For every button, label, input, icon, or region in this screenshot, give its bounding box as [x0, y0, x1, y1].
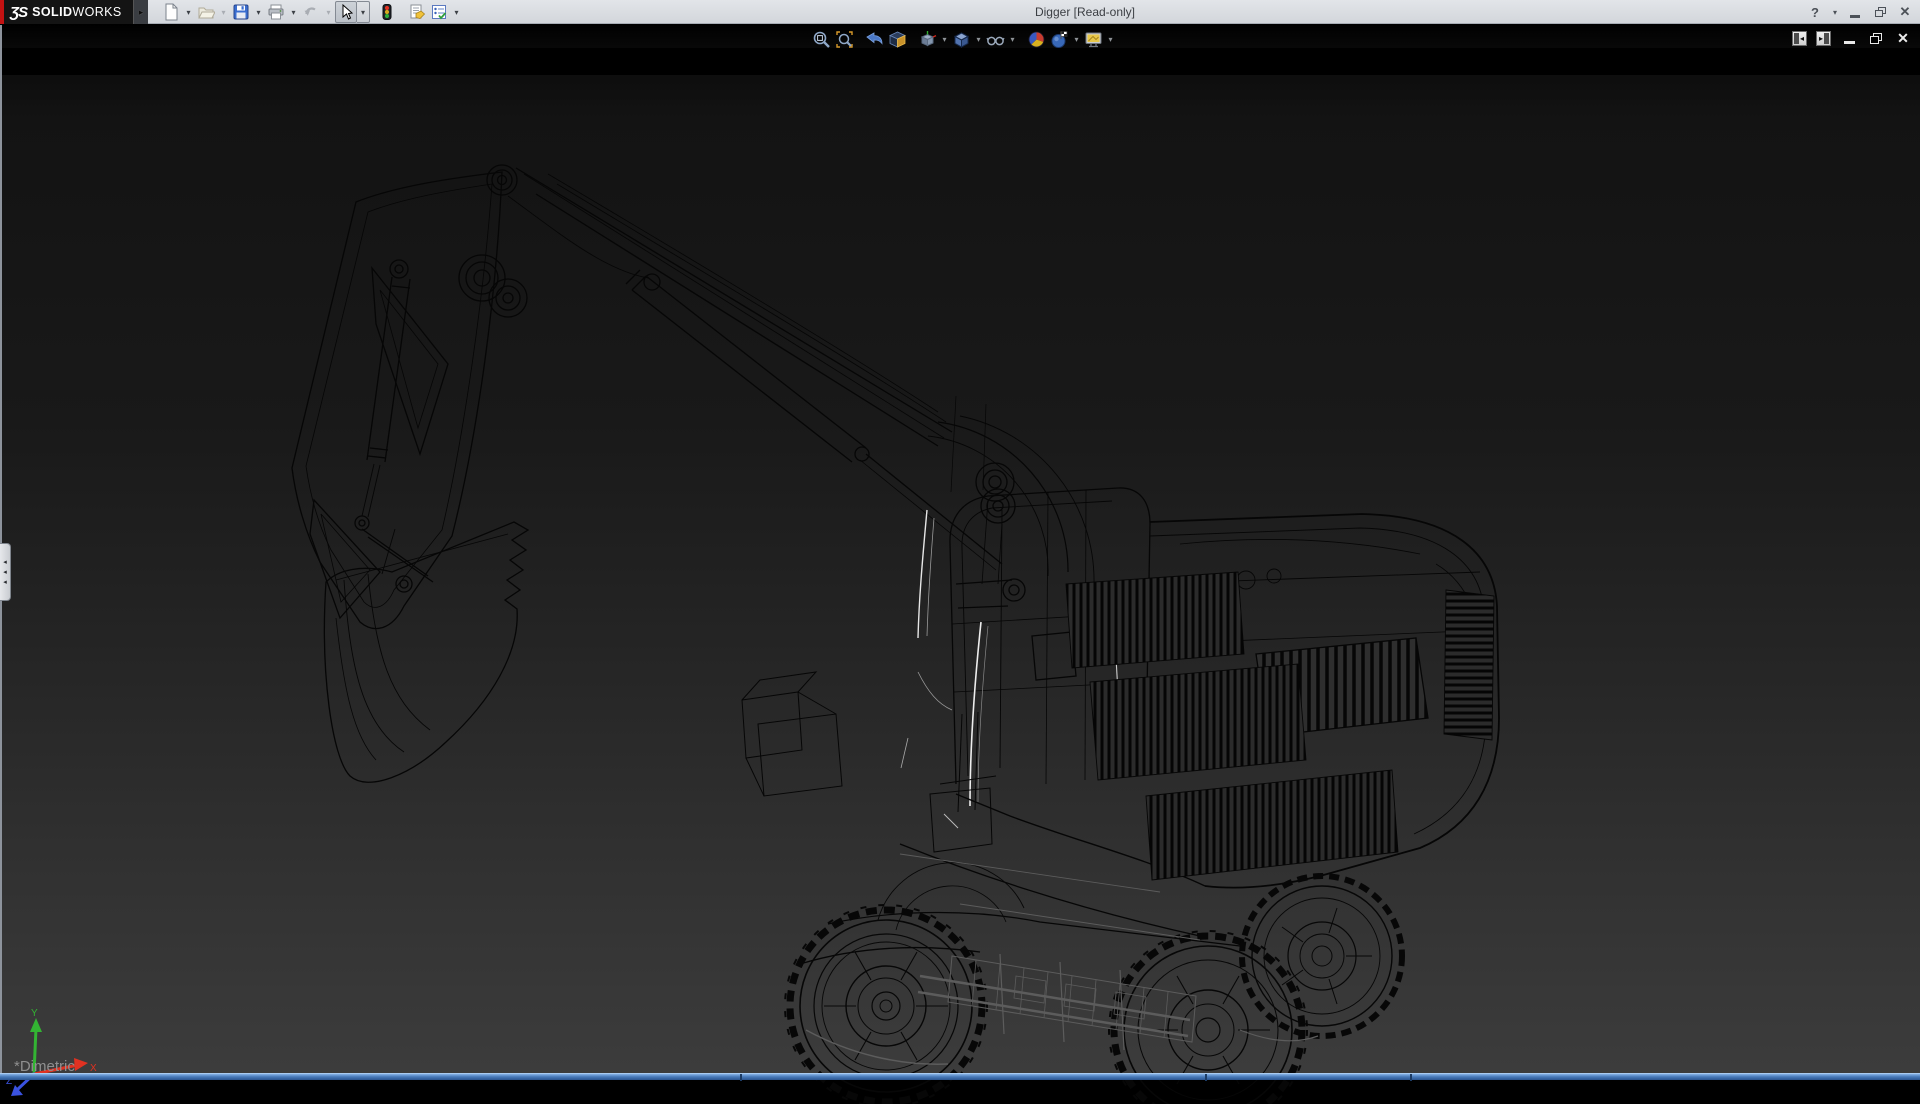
- previous-view-icon: [865, 30, 884, 49]
- document-minimize-button[interactable]: [1840, 29, 1858, 47]
- options-button[interactable]: [428, 1, 450, 23]
- view-orientation-button[interactable]: [916, 28, 939, 51]
- view-settings-dropdown[interactable]: ▾: [1105, 35, 1116, 44]
- expand-left-pane-button[interactable]: ◂: [1792, 31, 1807, 46]
- open-dropdown[interactable]: ▾: [217, 1, 230, 23]
- wheels-group[interactable]: [785, 863, 1402, 1104]
- pane-half-icon: [1824, 33, 1829, 44]
- menu-flyout-tab[interactable]: ▸: [133, 0, 148, 24]
- stick-arm-group[interactable]: [292, 172, 502, 629]
- collapse-arrow-icon: ◂: [3, 559, 7, 566]
- window-title: Digger [Read-only]: [985, 0, 1185, 24]
- bucket-group[interactable]: [324, 522, 528, 782]
- hide-show-items-button[interactable]: [984, 28, 1007, 51]
- new-document-button[interactable]: [160, 1, 182, 23]
- cab-highlight-edges: [901, 510, 1122, 828]
- document-restore-button[interactable]: [1867, 29, 1885, 47]
- svg-text:Y: Y: [31, 1008, 38, 1019]
- engine-body-group[interactable]: [800, 514, 1499, 964]
- edit-appearance-icon: [1027, 30, 1046, 49]
- zoom-to-fit-icon: [812, 30, 831, 49]
- pane-half-icon: [1794, 33, 1799, 44]
- open-folder-icon: [197, 3, 215, 21]
- hide-show-items-dropdown[interactable]: ▾: [1007, 35, 1018, 44]
- undo-button[interactable]: [300, 1, 322, 23]
- options-dropdown[interactable]: ▾: [450, 1, 463, 23]
- section-view-button[interactable]: [886, 28, 909, 51]
- open-button[interactable]: [195, 1, 217, 23]
- minimize-icon: [1850, 15, 1860, 18]
- print-icon: [267, 3, 285, 21]
- help-dropdown[interactable]: ▾: [1831, 3, 1839, 21]
- wireframe-model-digger[interactable]: Y X Z: [0, 24, 1920, 1104]
- view-orientation-icon: [918, 30, 937, 49]
- rebuild-traffic-light-icon: [378, 3, 396, 21]
- previous-view-button[interactable]: [863, 28, 886, 51]
- graphics-viewport[interactable]: Y X Z: [0, 24, 1920, 1073]
- section-view-icon: [888, 30, 907, 49]
- windows-taskbar-edge[interactable]: [0, 1073, 1920, 1080]
- collapse-arrow-icon: ◂: [3, 569, 7, 576]
- view-orientation-dropdown[interactable]: ▾: [939, 35, 950, 44]
- document-close-button[interactable]: ✕: [1894, 29, 1912, 47]
- expand-right-pane-button[interactable]: ▸: [1816, 31, 1831, 46]
- select-button[interactable]: [335, 1, 357, 23]
- view-settings-button[interactable]: [1082, 28, 1105, 51]
- restore-icon: [1875, 7, 1886, 17]
- apply-scene-icon: [1050, 30, 1069, 49]
- zoom-to-area-icon: [835, 30, 854, 49]
- print-button[interactable]: [265, 1, 287, 23]
- edit-appearance-button[interactable]: [1025, 28, 1048, 51]
- view-settings-icon: [1084, 30, 1103, 49]
- title-bar: ƷS SOLIDWORKS ▸ ▾ ▾ ▾: [0, 0, 1920, 24]
- apply-scene-dropdown[interactable]: ▾: [1071, 35, 1082, 44]
- logo-accent-stripe: [0, 0, 4, 24]
- zoom-to-fit-button[interactable]: [810, 28, 833, 51]
- options-list-icon: [430, 3, 448, 21]
- undo-icon: [302, 3, 320, 21]
- select-cursor-icon: [337, 3, 355, 21]
- app-window-controls: ? ▾ ✕: [1806, 0, 1914, 24]
- save-dropdown[interactable]: ▾: [252, 1, 265, 23]
- document-window-controls: ◂ ▸ ✕: [1792, 29, 1912, 47]
- heads-up-view-toolbar: ▾ ▾ ▾ ▾: [810, 27, 1116, 51]
- print-dropdown[interactable]: ▾: [287, 1, 300, 23]
- save-button[interactable]: [230, 1, 252, 23]
- minimize-icon: [1844, 41, 1855, 44]
- orientation-triad: Y X Z: [6, 1008, 97, 1096]
- app-minimize-button[interactable]: [1846, 3, 1864, 21]
- file-properties-button[interactable]: [406, 1, 428, 23]
- rebuild-button[interactable]: [376, 1, 398, 23]
- hide-show-items-icon: [986, 30, 1005, 49]
- standard-toolbar: ▾ ▾ ▾ ▾: [160, 0, 463, 24]
- display-style-button[interactable]: [950, 28, 973, 51]
- ds-logo-mark: ƷS: [10, 4, 27, 21]
- help-button[interactable]: ?: [1806, 3, 1824, 21]
- undo-dropdown[interactable]: ▾: [322, 1, 335, 23]
- save-floppy-icon: [232, 3, 250, 21]
- zoom-to-area-button[interactable]: [833, 28, 856, 51]
- app-close-button[interactable]: ✕: [1896, 3, 1914, 21]
- restore-icon: [1870, 33, 1882, 44]
- new-document-dropdown[interactable]: ▾: [182, 1, 195, 23]
- app-restore-button[interactable]: [1871, 3, 1889, 21]
- solidworks-logo: ƷS SOLIDWORKS: [0, 0, 133, 24]
- file-properties-icon: [408, 3, 426, 21]
- front-steps-group[interactable]: [742, 672, 996, 852]
- select-dropdown[interactable]: ▾: [357, 1, 370, 23]
- logo-wordmark: SOLIDWORKS: [32, 5, 121, 19]
- featuremanager-collapsed-tab[interactable]: ◂ ◂ ◂: [0, 543, 11, 601]
- collapse-arrow-icon: ◂: [3, 579, 7, 586]
- apply-scene-button[interactable]: [1048, 28, 1071, 51]
- display-style-dropdown[interactable]: ▾: [973, 35, 984, 44]
- new-document-icon: [162, 3, 180, 21]
- display-style-icon: [952, 30, 971, 49]
- boom-group[interactable]: [459, 165, 1094, 584]
